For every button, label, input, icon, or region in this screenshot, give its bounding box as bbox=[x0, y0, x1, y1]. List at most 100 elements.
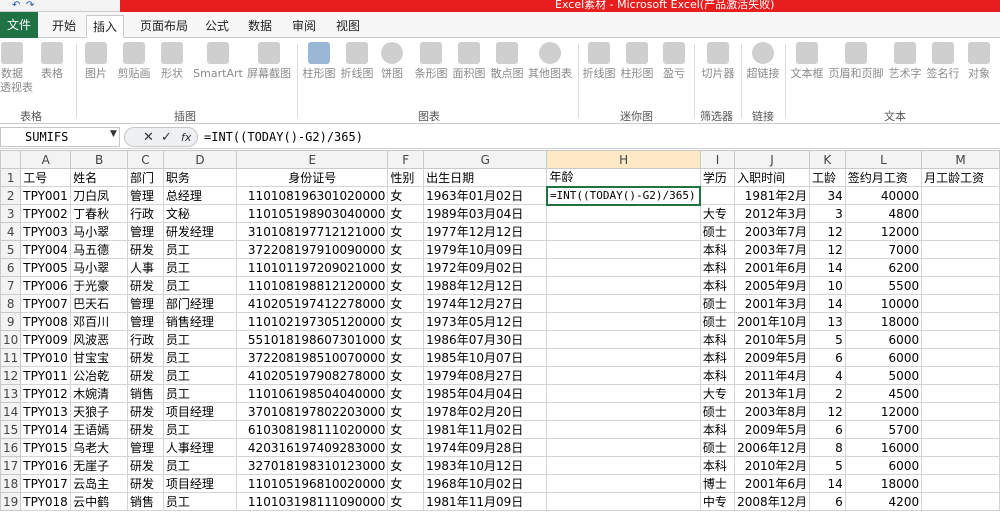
cell[interactable]: 刀白凤 bbox=[70, 186, 129, 205]
cell[interactable]: 本科 bbox=[699, 330, 736, 349]
column-header[interactable]: E bbox=[236, 150, 389, 169]
cell[interactable]: 7000 bbox=[844, 240, 923, 259]
cell[interactable]: TPY006 bbox=[20, 276, 72, 295]
cell[interactable]: 5700 bbox=[844, 420, 923, 439]
cell[interactable] bbox=[921, 276, 1000, 295]
cell[interactable]: TPY009 bbox=[20, 330, 72, 349]
cell[interactable]: 女 bbox=[387, 222, 425, 241]
cell[interactable]: 大专 bbox=[699, 204, 736, 223]
cell[interactable]: TPY014 bbox=[20, 420, 72, 439]
row-header[interactable]: 3 bbox=[0, 204, 22, 223]
cell[interactable]: 女 bbox=[387, 402, 425, 421]
cell[interactable]: 4500 bbox=[844, 384, 923, 403]
cell[interactable]: 出生日期 bbox=[423, 168, 548, 187]
cell[interactable]: 18000 bbox=[844, 312, 923, 331]
tab-review[interactable]: 审阅 bbox=[290, 15, 318, 38]
function-icon[interactable]: fx bbox=[181, 129, 191, 146]
cell[interactable]: TPY010 bbox=[20, 348, 72, 367]
cell[interactable] bbox=[921, 330, 1000, 349]
cell[interactable]: 女 bbox=[387, 384, 425, 403]
cell[interactable] bbox=[546, 438, 701, 457]
row-header[interactable]: 16 bbox=[0, 438, 22, 457]
cell[interactable]: 本科 bbox=[699, 258, 736, 277]
cell[interactable]: 项目经理 bbox=[162, 402, 238, 421]
sparkline-winloss-button[interactable]: 盈亏 bbox=[662, 42, 686, 81]
clipart-button[interactable]: 剪贴画 bbox=[116, 42, 152, 81]
cell[interactable]: 12000 bbox=[844, 222, 923, 241]
textbox-button[interactable]: 文本框 bbox=[790, 42, 824, 81]
cell[interactable]: 110101197209021000 bbox=[236, 258, 389, 277]
cell[interactable]: 管理 bbox=[127, 438, 164, 457]
cell[interactable]: 14 bbox=[808, 258, 846, 277]
cell[interactable]: TPY002 bbox=[20, 204, 72, 223]
cell[interactable]: 中专 bbox=[699, 492, 736, 511]
cell[interactable]: TPY017 bbox=[20, 474, 72, 493]
cell[interactable]: 1974年12月27日 bbox=[423, 294, 548, 313]
picture-button[interactable]: 图片 bbox=[82, 42, 110, 81]
cell[interactable]: 工号 bbox=[20, 168, 72, 187]
cell[interactable]: 34 bbox=[808, 186, 846, 205]
cell[interactable] bbox=[921, 474, 1000, 493]
cell[interactable]: TPY011 bbox=[20, 366, 72, 385]
cell[interactable] bbox=[546, 258, 701, 277]
cell[interactable]: 硕士 bbox=[699, 294, 736, 313]
cell[interactable]: 10000 bbox=[844, 294, 923, 313]
cell[interactable]: 5 bbox=[808, 456, 846, 475]
cell[interactable]: 部门 bbox=[127, 168, 164, 187]
slicer-button[interactable]: 切片器 bbox=[700, 42, 736, 81]
cell[interactable]: 12000 bbox=[844, 402, 923, 421]
cell[interactable]: 管理 bbox=[127, 222, 164, 241]
cell[interactable]: 5500 bbox=[844, 276, 923, 295]
cell[interactable]: 551018198607301000 bbox=[236, 330, 389, 349]
cell[interactable] bbox=[921, 420, 1000, 439]
redo-icon[interactable]: ↷ bbox=[26, 0, 34, 12]
cell[interactable]: 女 bbox=[387, 492, 425, 511]
cell[interactable]: 1985年04月04日 bbox=[423, 384, 548, 403]
row-header[interactable]: 12 bbox=[0, 366, 22, 385]
cell[interactable]: 13 bbox=[808, 312, 846, 331]
cell[interactable]: 2012年3月 bbox=[734, 204, 810, 223]
cell[interactable]: 1979年10月09日 bbox=[423, 240, 548, 259]
cell[interactable] bbox=[546, 474, 701, 493]
cell[interactable]: 研发 bbox=[127, 348, 164, 367]
cell[interactable] bbox=[699, 186, 736, 205]
cell[interactable]: 1981年11月02日 bbox=[423, 420, 548, 439]
cell[interactable]: 员工 bbox=[162, 258, 238, 277]
cell[interactable]: 6200 bbox=[844, 258, 923, 277]
cell[interactable]: 销售经理 bbox=[162, 312, 238, 331]
select-all-corner[interactable] bbox=[0, 150, 22, 169]
column-header-selected[interactable]: H bbox=[546, 150, 701, 169]
cell[interactable]: 40000 bbox=[844, 186, 923, 205]
cell[interactable] bbox=[546, 330, 701, 349]
cell[interactable] bbox=[921, 312, 1000, 331]
cell[interactable]: 6000 bbox=[844, 330, 923, 349]
cell[interactable]: 女 bbox=[387, 330, 425, 349]
cell[interactable] bbox=[921, 366, 1000, 385]
cell[interactable]: 女 bbox=[387, 348, 425, 367]
cell[interactable]: 员工 bbox=[162, 330, 238, 349]
cell[interactable]: 1968年10月02日 bbox=[423, 474, 548, 493]
cell[interactable]: 1972年09月02日 bbox=[423, 258, 548, 277]
shapes-button[interactable]: 形状 bbox=[158, 42, 186, 81]
cell[interactable]: 本科 bbox=[699, 348, 736, 367]
cell[interactable]: 马五德 bbox=[70, 240, 129, 259]
cell[interactable]: 372208197910090000 bbox=[236, 240, 389, 259]
cell[interactable]: 管理 bbox=[127, 294, 164, 313]
cell[interactable]: 研发 bbox=[127, 240, 164, 259]
cell[interactable]: 身份证号 bbox=[236, 168, 389, 187]
sparkline-column-button[interactable]: 柱形图 bbox=[620, 42, 654, 81]
cell[interactable]: 370108197802203000 bbox=[236, 402, 389, 421]
cell[interactable] bbox=[921, 402, 1000, 421]
cell[interactable]: 2 bbox=[808, 384, 846, 403]
cell[interactable]: 310108197712121000 bbox=[236, 222, 389, 241]
dropdown-icon[interactable]: ▼ bbox=[110, 129, 117, 139]
cell[interactable]: 研发 bbox=[127, 366, 164, 385]
cell[interactable] bbox=[546, 276, 701, 295]
cell[interactable]: 110105198903040000 bbox=[236, 204, 389, 223]
cell[interactable]: 王语嫣 bbox=[70, 420, 129, 439]
cell[interactable]: 110105196810020000 bbox=[236, 474, 389, 493]
cell[interactable]: 研发 bbox=[127, 474, 164, 493]
cell[interactable]: 签约月工资 bbox=[844, 168, 923, 187]
cell[interactable]: 行政 bbox=[127, 330, 164, 349]
cell[interactable]: 硕士 bbox=[699, 402, 736, 421]
